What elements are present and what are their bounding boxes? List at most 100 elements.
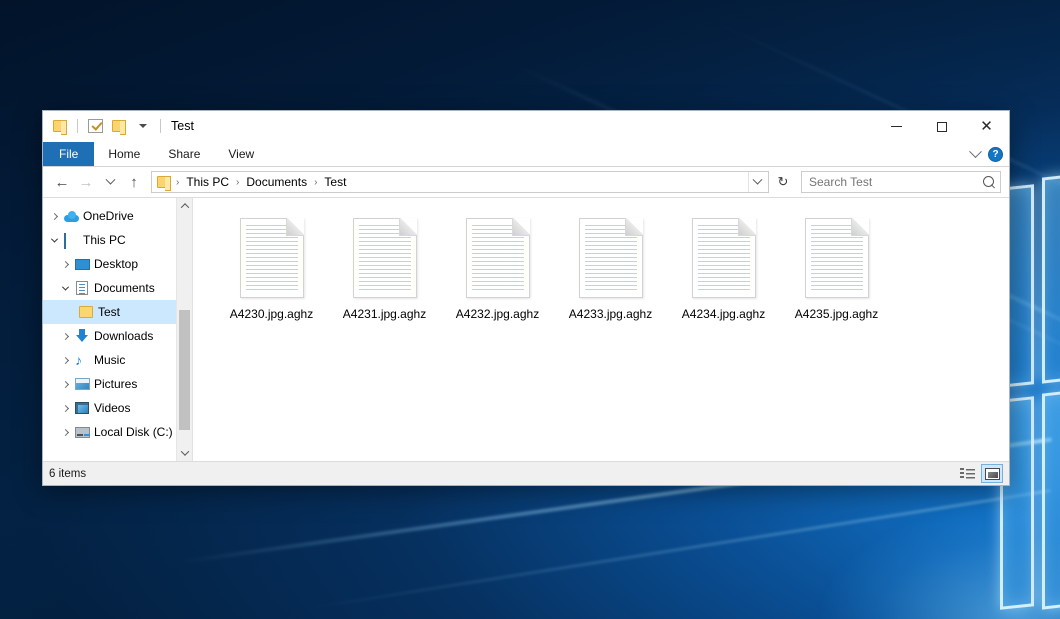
recent-locations-button[interactable] (99, 171, 121, 193)
pictures-icon (73, 378, 91, 390)
navigation-scrollbar[interactable] (176, 198, 192, 461)
address-dropdown-icon[interactable] (748, 172, 766, 192)
file-explorer-window: Test ✕ File Home Share View ? ← → ↑ (42, 110, 1010, 486)
scroll-down-icon[interactable] (177, 445, 192, 461)
sidebar-item-label: Music (94, 353, 125, 367)
file-name-label: A4230.jpg.aghz (230, 307, 313, 321)
breadcrumb-item-test[interactable]: Test (320, 173, 350, 191)
sidebar-item-label: This PC (83, 233, 126, 247)
scrollbar-thumb[interactable] (179, 310, 190, 430)
chevron-right-icon[interactable] (57, 420, 73, 444)
details-view-button[interactable] (956, 464, 978, 483)
address-folder-icon (157, 176, 171, 188)
window-body: OneDrive This PC Desktop (43, 197, 1009, 461)
document-fold-icon (286, 218, 304, 236)
file-icon-wrapper (351, 216, 419, 300)
chevron-right-icon[interactable] (57, 396, 73, 420)
sidebar-item-downloads[interactable]: Downloads (43, 324, 192, 348)
chevron-right-icon[interactable] (57, 324, 73, 348)
maximize-button[interactable] (919, 111, 964, 142)
ribbon-right-controls: ? (971, 142, 1009, 166)
videos-icon (73, 402, 91, 414)
search-input[interactable] (809, 175, 983, 189)
tab-view[interactable]: View (214, 142, 268, 166)
tab-home[interactable]: Home (94, 142, 154, 166)
file-icon-wrapper (464, 216, 532, 300)
sidebar-item-onedrive[interactable]: OneDrive (43, 204, 192, 228)
search-icon[interactable] (983, 176, 996, 189)
sidebar-item-documents[interactable]: Documents (43, 276, 192, 300)
sidebar-item-label: Documents (94, 281, 155, 295)
sidebar-item-videos[interactable]: Videos (43, 396, 192, 420)
sidebar-item-label: OneDrive (83, 209, 134, 223)
title-bar: Test ✕ (43, 111, 1009, 142)
chevron-right-icon[interactable] (57, 372, 73, 396)
list-item[interactable]: A4232.jpg.aghz (441, 212, 554, 321)
tab-share[interactable]: Share (154, 142, 214, 166)
windows-logo-pane (1042, 174, 1060, 383)
chevron-down-icon[interactable] (57, 276, 73, 300)
document-fold-icon (738, 218, 756, 236)
list-item[interactable]: A4234.jpg.aghz (667, 212, 780, 321)
folder-icon[interactable] (49, 115, 71, 137)
sidebar-item-label: Test (98, 305, 120, 319)
sidebar-item-test[interactable]: Test (43, 300, 192, 324)
chevron-right-icon[interactable] (57, 348, 73, 372)
onedrive-icon (62, 211, 80, 222)
file-icon-wrapper (690, 216, 758, 300)
large-icons-view-icon (985, 468, 1000, 480)
properties-icon[interactable] (84, 115, 106, 137)
address-bar-row: ← → ↑ › This PC › Documents › Test ↻ (43, 167, 1009, 197)
window-controls: ✕ (874, 111, 1009, 142)
breadcrumb: › This PC › Documents › Test (173, 173, 748, 191)
chevron-right-icon[interactable] (46, 204, 62, 228)
file-grid: A4230.jpg.aghz A4231.jpg.aghz (193, 198, 1009, 321)
scroll-up-icon[interactable] (177, 198, 192, 214)
help-icon[interactable]: ? (988, 147, 1003, 162)
list-item[interactable]: A4233.jpg.aghz (554, 212, 667, 321)
item-count-label: 6 items (49, 468, 86, 480)
back-button[interactable]: ← (51, 171, 73, 193)
chevron-right-icon[interactable] (57, 252, 73, 276)
file-name-label: A4235.jpg.aghz (795, 307, 878, 321)
sidebar-item-music[interactable]: ♪ Music (43, 348, 192, 372)
close-button[interactable]: ✕ (964, 111, 1009, 142)
desktop-background: Test ✕ File Home Share View ? ← → ↑ (0, 0, 1060, 619)
windows-logo-pane (1042, 390, 1060, 609)
breadcrumb-item-documents[interactable]: Documents (242, 173, 311, 191)
file-list-pane[interactable]: A4230.jpg.aghz A4231.jpg.aghz (193, 198, 1009, 461)
toolbar-divider (77, 119, 78, 133)
customize-quick-access-caret-icon[interactable] (132, 115, 154, 137)
tab-file[interactable]: File (43, 142, 94, 166)
minimize-button[interactable] (874, 111, 919, 142)
forward-button[interactable]: → (75, 171, 97, 193)
list-item[interactable]: A4230.jpg.aghz (215, 212, 328, 321)
file-name-label: A4234.jpg.aghz (682, 307, 765, 321)
list-item[interactable]: A4235.jpg.aghz (780, 212, 893, 321)
large-icons-view-button[interactable] (981, 464, 1003, 483)
sidebar-item-this-pc[interactable]: This PC (43, 228, 192, 252)
search-box[interactable] (801, 171, 1001, 193)
breadcrumb-item-this-pc[interactable]: This PC (182, 173, 233, 191)
refresh-button[interactable]: ↻ (771, 171, 795, 193)
window-title: Test (171, 119, 194, 133)
chevron-down-icon[interactable] (969, 145, 982, 158)
up-button[interactable]: ↑ (123, 171, 145, 193)
new-folder-icon[interactable] (108, 115, 130, 137)
sidebar-item-desktop[interactable]: Desktop (43, 252, 192, 276)
quick-access-toolbar (43, 115, 165, 137)
address-bar[interactable]: › This PC › Documents › Test (151, 171, 769, 193)
generic-document-icon (579, 218, 643, 298)
sidebar-item-local-disk[interactable]: Local Disk (C:) (43, 420, 192, 444)
navigation-pane: OneDrive This PC Desktop (43, 198, 193, 461)
sidebar-item-pictures[interactable]: Pictures (43, 372, 192, 396)
chevron-down-icon[interactable] (46, 228, 62, 252)
sidebar-item-label: Pictures (94, 377, 137, 391)
file-name-label: A4233.jpg.aghz (569, 307, 652, 321)
list-item[interactable]: A4231.jpg.aghz (328, 212, 441, 321)
generic-document-icon (240, 218, 304, 298)
sidebar-item-label: Desktop (94, 257, 138, 271)
breadcrumb-separator: › (173, 177, 182, 188)
this-pc-icon (62, 234, 80, 246)
music-icon: ♪ (73, 353, 91, 367)
